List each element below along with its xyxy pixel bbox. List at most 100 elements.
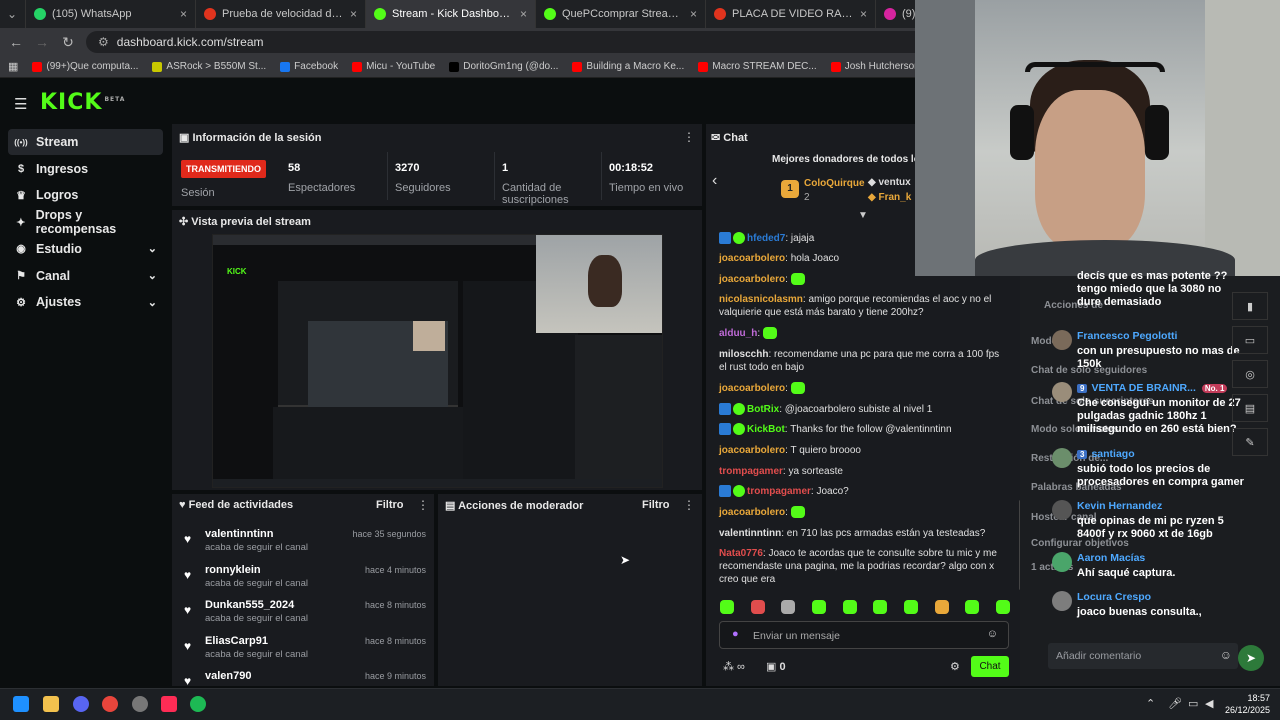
menu-icon[interactable]: ☰ (14, 95, 27, 113)
donor-name[interactable]: ColoQuirque (804, 178, 865, 189)
emoji-icon[interactable]: ☺ (987, 628, 998, 640)
clock[interactable]: 18:57 26/12/2025 (1222, 692, 1270, 716)
apps-grid-icon[interactable]: ▦ (8, 60, 18, 73)
chat-username[interactable]: joacoarbolero (719, 274, 785, 285)
tiktok-icon[interactable] (161, 696, 177, 712)
chat-settings-icon[interactable]: ⚙ (950, 660, 960, 673)
chat-username[interactable]: trompagamer (719, 466, 783, 477)
chat-username[interactable]: alduu_h (719, 328, 757, 339)
bookmark[interactable]: Micu - YouTube (352, 61, 435, 72)
sidebar-item-stream[interactable]: ((•)) Stream (8, 129, 163, 155)
donor-2-name[interactable]: ◆ ventux (868, 177, 911, 188)
tab-close-icon[interactable]: × (180, 7, 187, 21)
bookmark[interactable]: Facebook (280, 61, 338, 72)
emote-icon[interactable] (995, 600, 1010, 614)
reload-icon[interactable]: ↻ (60, 34, 76, 51)
browser-tab[interactable]: (105) WhatsApp × (26, 0, 196, 28)
chat-username[interactable]: joacoarbolero (719, 445, 785, 456)
emote-icon[interactable] (873, 600, 888, 614)
browser-tab[interactable]: Prueba de velocidad de Interne × (196, 0, 366, 28)
overlay-icon-5[interactable]: ✎ (1232, 428, 1268, 456)
site-info-icon[interactable]: ⚙ (98, 35, 109, 49)
emote-icon[interactable] (903, 600, 918, 614)
chrome-icon[interactable] (102, 696, 118, 712)
stream-preview-video[interactable]: KICK (212, 234, 663, 488)
browser-tab[interactable]: Stream - Kick Dashboard × (366, 0, 536, 28)
back-icon[interactable]: ← (8, 34, 24, 50)
obs-icon[interactable] (132, 696, 148, 712)
chat-username[interactable]: nicolasnicolasmn (719, 294, 803, 305)
tab-close-icon[interactable]: × (520, 7, 527, 21)
feed-username[interactable]: Dunkan555_2024 (205, 599, 294, 611)
forward-icon[interactable]: → (34, 34, 50, 50)
emote-icon[interactable] (781, 600, 796, 614)
overlay-icon-4[interactable]: ▤ (1232, 394, 1268, 422)
emote-icon[interactable] (934, 600, 949, 614)
tray-mic-icon[interactable]: 🎤︎ (1168, 697, 1182, 710)
file-explorer-icon[interactable] (43, 696, 59, 712)
feed-username[interactable]: valen790 (205, 670, 251, 682)
mic-icon[interactable]: ● (732, 628, 739, 640)
donor-3-name[interactable]: ◆ Fran_k (868, 192, 911, 203)
tray-network-icon[interactable]: ▭ (1188, 697, 1198, 710)
chat-send-button[interactable]: Chat (971, 656, 1009, 677)
chat-username[interactable]: valentinntinn (719, 528, 781, 539)
chat-username[interactable]: hfeded7 (747, 233, 785, 244)
chat-input[interactable]: ● Enviar un mensaje ☺ (719, 621, 1009, 649)
emote-icon[interactable] (750, 600, 765, 614)
sidebar-item-estudio[interactable]: ◉ Estudio ⌄ (8, 236, 163, 262)
kick-logo[interactable]: KICK BETA (40, 90, 125, 115)
bookmark[interactable]: ASRock > B550M St... (152, 61, 266, 72)
emote-icon[interactable] (720, 600, 734, 614)
chat-username[interactable]: miloscchh (719, 349, 768, 360)
feed-username[interactable]: EliasCarp91 (205, 635, 268, 647)
bookmark[interactable]: Building a Macro Ke... (572, 61, 684, 72)
bookmark[interactable]: (99+)Que computa... (32, 61, 138, 72)
overlay-icon-1[interactable]: ▮ (1232, 292, 1268, 320)
chat-username[interactable]: joacoarbolero (719, 253, 785, 264)
tray-chevron-icon[interactable]: ⌃ (1146, 697, 1155, 710)
browser-tab[interactable]: PLACA DE VIDEO RADEON RX × (706, 0, 876, 28)
infinity-icon[interactable]: ⁂ ∞ (723, 660, 745, 673)
bookmark[interactable]: Macro STREAM DEC... (698, 61, 817, 72)
tab-close-icon[interactable]: × (350, 7, 357, 21)
emote-icon[interactable] (811, 600, 826, 614)
spotify-icon[interactable] (190, 696, 206, 712)
overlay-icon-3[interactable]: ◎ (1232, 360, 1268, 388)
emote-icon[interactable] (965, 600, 980, 614)
chat-username[interactable]: trompagamer (747, 486, 811, 497)
sidebar-item-ingresos[interactable]: $ Ingresos (8, 156, 163, 182)
feed-username[interactable]: valentinntinn (205, 528, 273, 540)
emoji-icon[interactable]: ☺ (1220, 648, 1232, 662)
chat-username[interactable]: joacoarbolero (719, 507, 785, 518)
sidebar-item-canal[interactable]: ⚑ Canal ⌄ (8, 263, 163, 289)
chat-username[interactable]: KickBot (747, 424, 785, 435)
comment-input[interactable]: Añadir comentario ☺ (1048, 643, 1238, 669)
sidebar-item-logros[interactable]: ♛ Logros (8, 182, 163, 208)
chat-username[interactable]: BotRix (747, 404, 779, 415)
send-comment-icon[interactable]: ➤ (1238, 645, 1264, 671)
sidebar-item-drops[interactable]: ✦ Drops y recompensas (8, 208, 163, 236)
feed-username[interactable]: ronnyklein (205, 564, 261, 576)
tab-search-button[interactable]: ⌄ (0, 0, 26, 28)
chat-username[interactable]: Nata0776 (719, 548, 763, 559)
pinned-collapse-icon[interactable]: ▼ (858, 210, 868, 221)
url-field[interactable]: ⚙ dashboard.kick.com/stream (86, 31, 966, 53)
feed-filter-button[interactable]: Filtro (376, 499, 404, 511)
feed-more-icon[interactable]: ⋮ (417, 498, 429, 512)
tab-close-icon[interactable]: × (860, 7, 867, 21)
chat-username[interactable]: joacoarbolero (719, 383, 785, 394)
start-menu-icon[interactable] (13, 696, 29, 712)
discord-icon[interactable] (73, 696, 89, 712)
session-more-icon[interactable]: ⋮ (683, 130, 695, 144)
browser-tab[interactable]: QuePCcomprar Stream - Watc × (536, 0, 706, 28)
sidebar-item-ajustes[interactable]: ⚙ Ajustes ⌄ (8, 289, 163, 315)
emote-icon[interactable] (842, 600, 857, 614)
moderator-more-icon[interactable]: ⋮ (683, 498, 695, 512)
tab-close-icon[interactable]: × (690, 7, 697, 21)
tray-volume-icon[interactable]: ◀ (1205, 697, 1213, 710)
overlay-icon-2[interactable]: ▭ (1232, 326, 1268, 354)
donors-prev-icon[interactable]: ‹ (712, 172, 717, 190)
moderator-filter-button[interactable]: Filtro (642, 499, 670, 511)
bookmark[interactable]: DoritoGm1ng (@do... (449, 61, 558, 72)
